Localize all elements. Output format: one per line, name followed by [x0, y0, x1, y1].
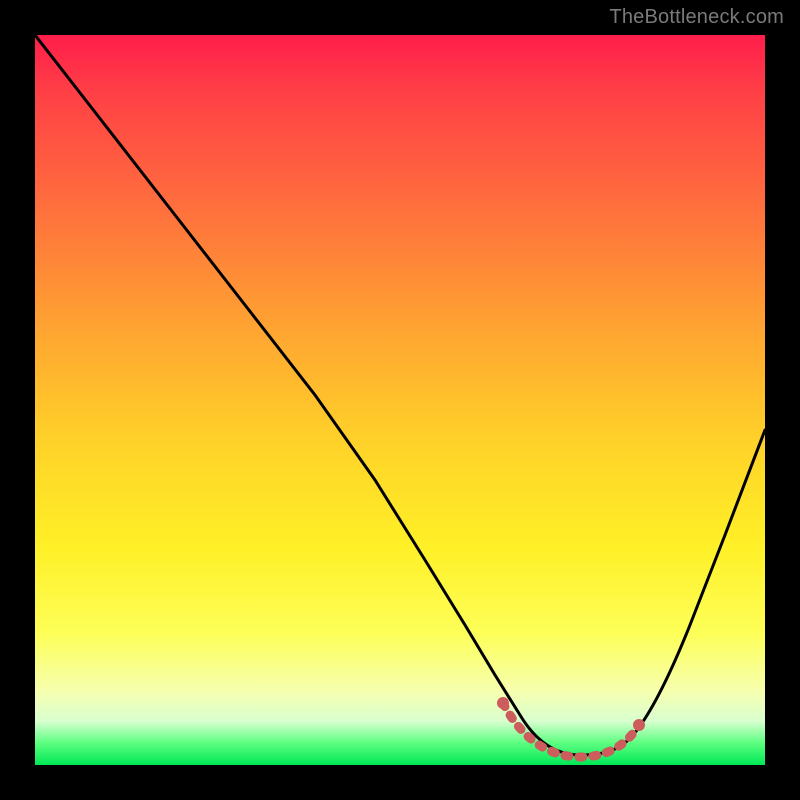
curve-path [35, 35, 765, 755]
trough-highlight-end-dot [633, 719, 645, 731]
trough-highlight-start-dot [497, 697, 509, 709]
watermark-text: TheBottleneck.com [609, 6, 784, 29]
plot-frame [35, 35, 765, 765]
trough-highlight [503, 703, 639, 757]
bottleneck-curve [35, 35, 765, 765]
